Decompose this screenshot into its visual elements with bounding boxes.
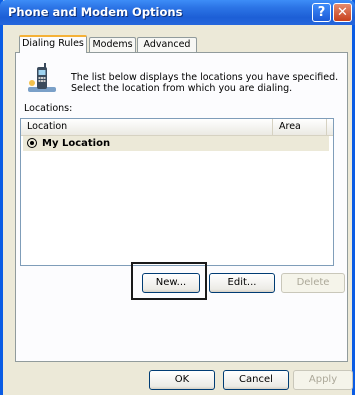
phone-modem-dialog: Phone and Modem Options ? ✕ Dialing Rule… (0, 0, 355, 395)
info-text: The list below displays the locations yo… (71, 72, 339, 94)
help-button[interactable]: ? (312, 3, 331, 22)
title-bar[interactable]: Phone and Modem Options ? ✕ (0, 0, 355, 25)
locations-label: Locations: (24, 103, 73, 114)
selected-location-icon (27, 138, 37, 148)
edit-button[interactable]: Edit... (209, 273, 275, 293)
close-button[interactable]: ✕ (333, 3, 352, 22)
phone-icon (28, 63, 56, 92)
locations-list[interactable]: Location Area Code My Location (20, 118, 334, 266)
list-header: Location Area Code (21, 119, 333, 148)
window-title: Phone and Modem Options (8, 5, 183, 19)
column-header-area-code[interactable]: Area Code (273, 119, 327, 148)
delete-button[interactable]: Delete (281, 273, 345, 293)
location-name: My Location (42, 138, 111, 149)
tab-dialing-rules[interactable]: Dialing Rules (19, 35, 87, 53)
new-button[interactable]: New... (142, 273, 200, 293)
tab-advanced[interactable]: Advanced (137, 37, 197, 52)
column-header-location[interactable]: Location (21, 119, 273, 135)
tab-modems[interactable]: Modems (89, 37, 136, 52)
cancel-button[interactable]: Cancel (223, 370, 289, 390)
list-row-my-location[interactable]: My Location (23, 136, 329, 151)
apply-button[interactable]: Apply (293, 370, 353, 390)
ok-button[interactable]: OK (149, 370, 215, 390)
